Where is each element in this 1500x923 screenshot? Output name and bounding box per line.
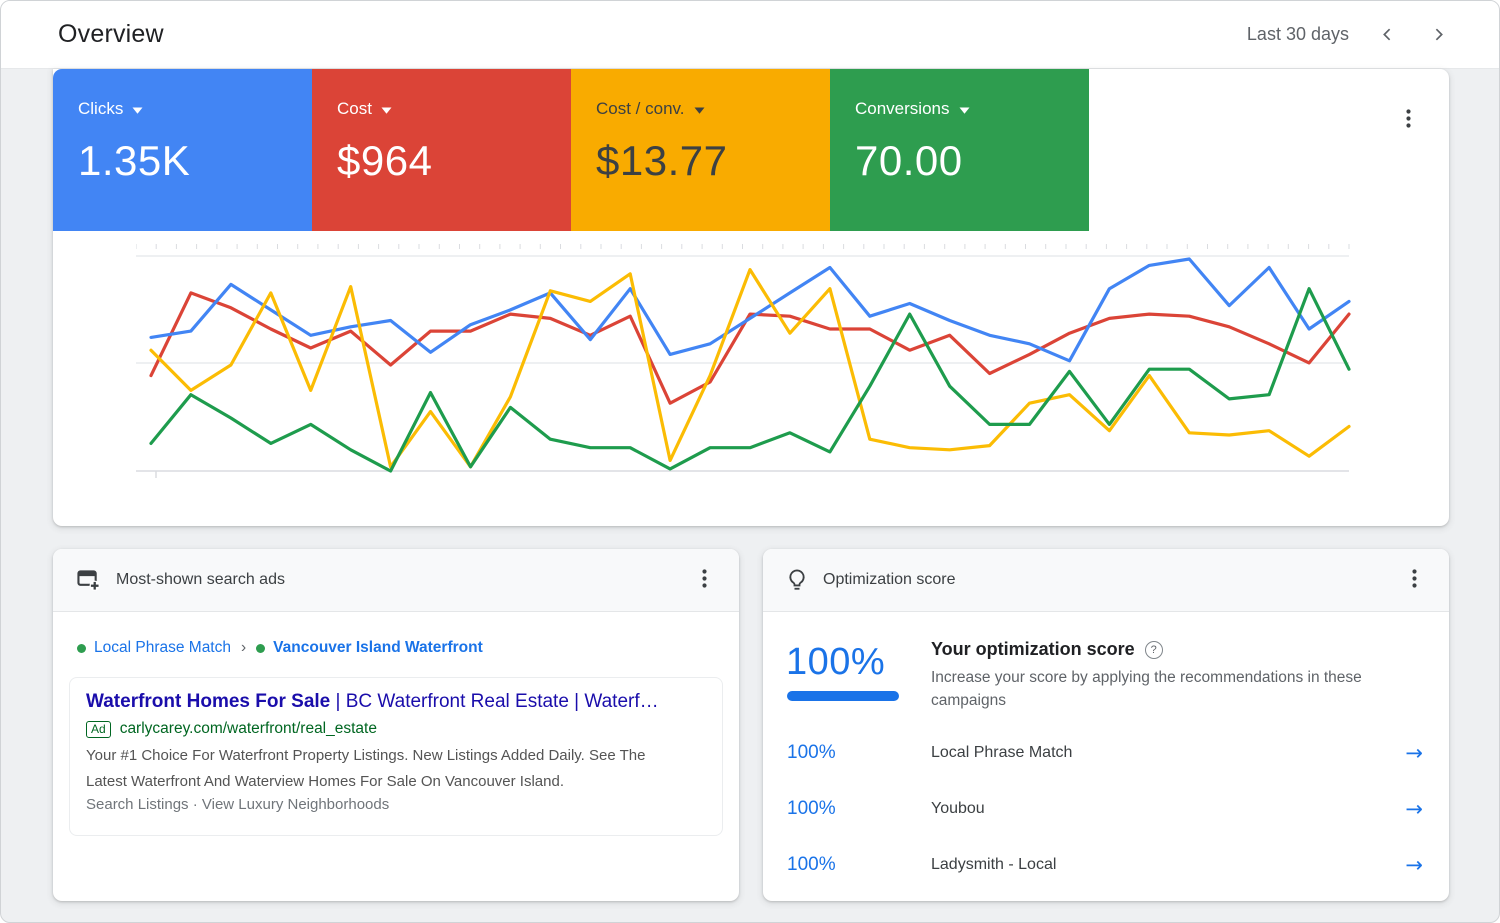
campaign-score: 100% <box>787 798 836 820</box>
scorecard-value: 1.35K <box>78 137 312 185</box>
lightbulb-icon <box>787 568 807 592</box>
page-title: Overview <box>58 20 164 49</box>
optimization-score-progress-bar <box>787 691 899 701</box>
status-enabled-icon <box>256 644 265 653</box>
kebab-menu-icon <box>702 569 707 588</box>
scorecard-label: Cost / conv. <box>596 99 685 119</box>
ad-headline: Waterfront Homes For Sale | BC Waterfron… <box>86 691 706 713</box>
optimization-score-info: Your optimization score ? Increase your … <box>931 639 1436 712</box>
performance-chart-card: Clicks 1.35K Cost $964 Cost / conv. $13.… <box>53 69 1449 526</box>
dropdown-caret-icon <box>381 107 392 114</box>
search-ad-preview: Waterfront Homes For Sale | BC Waterfron… <box>69 677 723 836</box>
scorecard-label: Conversions <box>855 99 950 119</box>
breadcrumb: Local Phrase Match › Vancouver Island Wa… <box>77 639 483 657</box>
campaign-score: 100% <box>787 854 836 876</box>
ad-sitelinks: Search Listings · View Luxury Neighborho… <box>86 796 706 813</box>
most-shown-search-ads-card: Most-shown search ads Local Phrase Match… <box>53 549 739 901</box>
help-icon[interactable]: ? <box>1145 641 1163 659</box>
date-range-label[interactable]: Last 30 days <box>1247 24 1349 45</box>
scorecard-value: 70.00 <box>855 137 1089 185</box>
scorecard-metric-selector[interactable]: Clicks <box>78 99 312 119</box>
scorecard-metric-selector[interactable]: Conversions <box>855 99 1089 119</box>
campaign-score: 100% <box>787 742 836 764</box>
campaign-name: Youbou <box>931 800 985 818</box>
top-bar: Overview Last 30 days <box>1 1 1499 69</box>
ad-headline-bold: Waterfront Homes For Sale <box>86 691 330 712</box>
google-ads-overview-page: Overview Last 30 days Clicks 1.35K C <box>0 0 1500 923</box>
dropdown-caret-icon <box>132 107 143 114</box>
optimization-score-title: Your optimization score <box>931 639 1135 660</box>
breadcrumb-campaign-link[interactable]: Local Phrase Match <box>94 639 231 657</box>
optimization-score-subtitle: Increase your score by applying the reco… <box>931 666 1431 712</box>
search-ads-icon <box>77 569 100 591</box>
optimization-card-menu-button[interactable] <box>1406 563 1423 597</box>
arrow-right-icon[interactable]: → <box>1405 853 1423 877</box>
scorecard-conversions[interactable]: Conversions 70.00 <box>830 69 1089 231</box>
scorecard-clicks[interactable]: Clicks 1.35K <box>53 69 312 231</box>
dropdown-caret-icon <box>959 107 970 114</box>
optimization-score-value: 100% <box>786 641 885 684</box>
ad-badge: Ad <box>86 721 111 738</box>
kebab-menu-icon <box>1412 569 1417 588</box>
campaign-score-row[interactable]: 100% Local Phrase Match → <box>763 725 1449 781</box>
arrow-right-icon[interactable]: → <box>1405 741 1423 765</box>
ad-description: Your #1 Choice For Waterfront Property L… <box>86 743 658 795</box>
scorecard-label: Cost <box>337 99 372 119</box>
campaign-score-row[interactable]: 100% Ladysmith - Local → <box>763 837 1449 893</box>
optimization-card-header: Optimization score <box>763 549 1449 612</box>
dropdown-caret-icon <box>694 107 705 114</box>
breadcrumb-separator: › <box>241 639 246 657</box>
arrow-right-icon[interactable]: → <box>1405 797 1423 821</box>
optimization-card-title: Optimization score <box>823 571 956 589</box>
performance-line-chart[interactable] <box>136 244 1354 489</box>
ad-display-url: carlycarey.com/waterfront/real_estate <box>120 720 377 738</box>
campaign-name: Local Phrase Match <box>931 744 1072 762</box>
breadcrumb-adgroup-link[interactable]: Vancouver Island Waterfront <box>273 639 483 657</box>
next-period-button[interactable] <box>1426 22 1451 47</box>
chevron-right-icon <box>1430 26 1447 43</box>
kebab-menu-icon <box>1406 109 1411 128</box>
scorecard-strip: Clicks 1.35K Cost $964 Cost / conv. $13.… <box>53 69 1089 231</box>
scorecard-value: $964 <box>337 137 571 185</box>
scorecard-cost-per-conv[interactable]: Cost / conv. $13.77 <box>571 69 830 231</box>
ads-card-menu-button[interactable] <box>696 563 713 597</box>
campaign-score-list: 100% Local Phrase Match → 100% Youbou → … <box>763 725 1449 893</box>
scorecard-cost[interactable]: Cost $964 <box>312 69 571 231</box>
date-range-controls: Last 30 days <box>1247 22 1451 47</box>
chevron-left-icon <box>1379 26 1396 43</box>
ads-card-header: Most-shown search ads <box>53 549 739 612</box>
optimization-score-card: Optimization score 100% Your optimizatio… <box>763 549 1449 901</box>
ads-card-title: Most-shown search ads <box>116 571 285 589</box>
ad-headline-rest: | BC Waterfront Real Estate | Waterf… <box>330 691 658 712</box>
campaign-score-row[interactable]: 100% Youbou → <box>763 781 1449 837</box>
status-enabled-icon <box>77 644 86 653</box>
scorecard-metric-selector[interactable]: Cost / conv. <box>596 99 830 119</box>
scorecard-value: $13.77 <box>596 137 830 185</box>
scorecard-label: Clicks <box>78 99 123 119</box>
previous-period-button[interactable] <box>1375 22 1400 47</box>
ad-url-row: Ad carlycarey.com/waterfront/real_estate <box>86 720 706 738</box>
scorecard-metric-selector[interactable]: Cost <box>337 99 571 119</box>
chart-card-menu-button[interactable] <box>1400 103 1417 137</box>
campaign-name: Ladysmith - Local <box>931 856 1056 874</box>
